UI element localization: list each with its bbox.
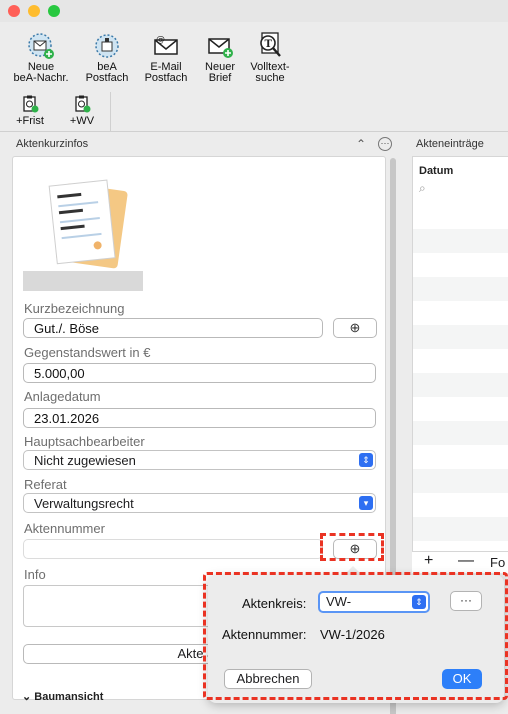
chevron-down-icon: ⌄ [22, 691, 32, 703]
entries-table: Datum ⌕ [412, 156, 508, 551]
remove-entry-button[interactable]: — [458, 552, 474, 570]
toolbar: Neue beA-Nachr. beA Postfach @ E-Mail Po… [0, 22, 508, 132]
kurzbezeichnung-field[interactable]: Gut./. Böse [23, 318, 323, 338]
label-kurzbezeichnung: Kurzbezeichnung [24, 301, 125, 316]
toolbar-label: +WV [69, 115, 95, 127]
chevron-updown-icon: ⇕ [359, 453, 373, 467]
column-header-date[interactable]: Datum [419, 165, 453, 177]
chevron-down-icon: ▾ [359, 496, 373, 510]
toolbar-label: Neue beA-Nachr. [13, 61, 69, 84]
bea-mailbox-button[interactable]: beA Postfach [75, 32, 139, 84]
toolbar-label: beA Postfach [85, 61, 129, 84]
hauptsachbearbeiter-select[interactable]: Nicht zugewiesen ⇕ [23, 450, 376, 470]
new-bea-message-button[interactable]: Neue beA-Nachr. [9, 32, 73, 84]
panel-title: Aktenkurzinfos [16, 138, 89, 150]
table-row[interactable] [413, 421, 508, 445]
more-options-icon[interactable]: ··· [378, 137, 392, 151]
new-letter-icon [208, 38, 233, 58]
table-row[interactable] [413, 325, 508, 349]
table-row[interactable] [413, 445, 508, 469]
fulltext-search-button[interactable]: T Volltext- suche [238, 30, 302, 84]
table-row[interactable] [413, 229, 508, 253]
table-row[interactable] [413, 205, 508, 229]
bea-mailbox-icon [95, 34, 119, 58]
table-row[interactable] [413, 469, 508, 493]
add-entry-button[interactable]: + [424, 552, 433, 570]
document-folder-icon [48, 179, 128, 269]
label-anlagedatum: Anlagedatum [24, 389, 101, 404]
tree-view-toggle[interactable]: ⌄ Baumansicht [22, 690, 103, 703]
label-gegenstandswert: Gegenstandswert in € [24, 345, 151, 360]
table-row[interactable] [413, 349, 508, 373]
label-hauptsachbearbeiter: Hauptsachbearbeiter [24, 434, 145, 449]
table-row[interactable] [413, 373, 508, 397]
add-circle-icon: ⊕ [349, 320, 361, 335]
svg-text:@: @ [156, 35, 165, 45]
label-info: Info [24, 567, 46, 582]
search-icon[interactable]: ⌕ [419, 181, 426, 196]
bea-new-message-icon [28, 33, 54, 59]
table-row[interactable] [413, 397, 508, 421]
zoom-window-button[interactable] [48, 5, 60, 17]
fulltext-search-icon: T [260, 32, 281, 57]
panel-title: Akteneinträge [416, 138, 484, 150]
entries-more-button[interactable]: Fo [490, 555, 505, 570]
table-row[interactable] [413, 493, 508, 517]
entries-rows [413, 205, 508, 541]
highlight-annotation [320, 533, 384, 561]
add-resubmission-button[interactable]: +WV [50, 94, 114, 127]
title-bar [0, 0, 508, 22]
select-value: Nicht zugewiesen [34, 453, 136, 468]
label-aktennummer: Aktennummer [24, 521, 105, 536]
label-referat: Referat [24, 477, 67, 492]
toolbar-divider [110, 92, 111, 132]
close-window-button[interactable] [8, 5, 20, 17]
entries-bottom-bar: + — Fo [412, 551, 508, 573]
email-icon: @ [154, 35, 178, 55]
minimize-window-button[interactable] [28, 5, 40, 17]
tree-view-label: Baumansicht [34, 691, 104, 703]
table-row[interactable] [413, 301, 508, 325]
select-value: Verwaltungsrecht [34, 496, 134, 511]
aktennummer-field[interactable] [23, 539, 323, 559]
table-row[interactable] [413, 277, 508, 301]
image-caption-placeholder [23, 271, 143, 291]
referat-select[interactable]: Verwaltungsrecht ▾ [23, 493, 376, 513]
gegenstandswert-field[interactable]: 5.000,00 [23, 363, 376, 383]
resubmission-clipboard-icon [75, 95, 91, 113]
svg-text:T: T [265, 39, 273, 50]
anlagedatum-field[interactable]: 23.01.2026 [23, 408, 376, 428]
toolbar-label: Volltext- suche [250, 61, 290, 84]
collapse-icon[interactable]: ⌃ [356, 137, 366, 151]
deadline-clipboard-icon [23, 95, 39, 113]
table-row[interactable] [413, 517, 508, 541]
kurzbezeichnung-add-button[interactable]: ⊕ [333, 318, 377, 338]
table-row[interactable] [413, 253, 508, 277]
highlight-annotation [203, 572, 508, 700]
